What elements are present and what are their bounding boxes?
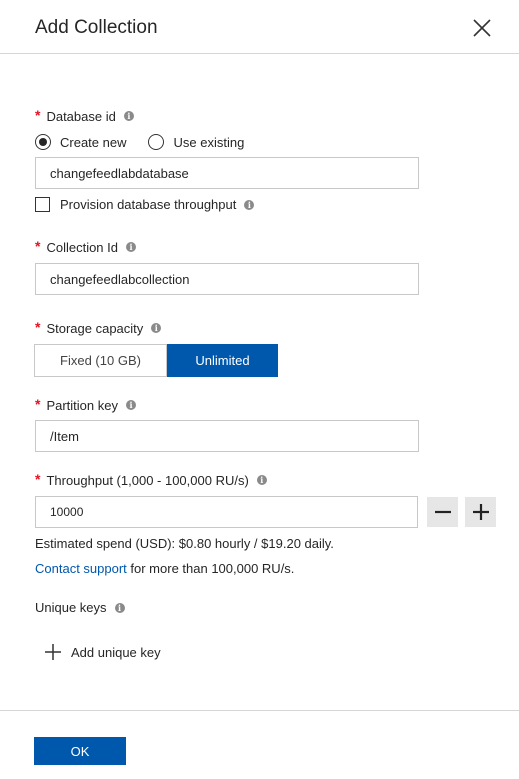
required-marker: * — [35, 238, 41, 254]
storage-unlimited-button[interactable]: Unlimited — [167, 344, 278, 377]
plus-icon — [472, 504, 489, 520]
throughput-label: * Throughput (1,000 - 100,000 RU/s) i — [35, 471, 267, 488]
unique-keys-label-text: Unique keys — [35, 600, 107, 615]
support-note-suffix: for more than 100,000 RU/s. — [126, 561, 295, 576]
database-mode-radio-group: Create new Use existing — [35, 134, 266, 150]
storage-capacity-toggle: Fixed (10 GB) Unlimited — [34, 344, 278, 377]
collection-id-label: * Collection Id i — [35, 238, 136, 255]
partition-key-label: * Partition key i — [35, 396, 136, 413]
database-id-label: * Database id i — [35, 107, 134, 124]
required-marker: * — [35, 396, 41, 412]
create-new-radio[interactable]: Create new — [35, 134, 126, 150]
storage-fixed-button[interactable]: Fixed (10 GB) — [34, 344, 167, 377]
info-icon[interactable]: i — [114, 602, 125, 613]
use-existing-label: Use existing — [173, 134, 245, 150]
info-icon[interactable]: i — [126, 400, 136, 410]
close-icon[interactable] — [471, 17, 493, 39]
required-marker: * — [35, 319, 41, 335]
info-icon[interactable]: i — [244, 199, 255, 210]
info-icon[interactable]: i — [126, 242, 136, 252]
create-new-label: Create new — [60, 134, 127, 150]
add-unique-key-label: Add unique key — [71, 644, 161, 660]
required-marker: * — [35, 471, 41, 487]
panel-header: Add Collection — [0, 0, 519, 54]
throughput-label-text: Throughput (1,000 - 100,000 RU/s) — [46, 472, 249, 488]
use-existing-radio[interactable]: Use existing — [148, 134, 244, 150]
add-unique-key-button[interactable]: Add unique key — [44, 643, 161, 661]
decrease-throughput-button[interactable] — [427, 497, 458, 527]
radio-unchecked-icon[interactable] — [148, 134, 165, 150]
collection-id-label-text: Collection Id — [46, 239, 118, 255]
ok-button[interactable]: OK — [34, 737, 126, 765]
unique-keys-label: Unique keys i — [35, 600, 125, 615]
support-note: Contact support for more than 100,000 RU… — [35, 561, 294, 576]
partition-key-input[interactable] — [35, 420, 419, 452]
info-icon[interactable]: i — [256, 475, 267, 485]
estimated-spend-text: Estimated spend (USD): $0.80 hourly / $1… — [35, 536, 334, 551]
panel-footer: OK — [0, 710, 519, 779]
info-icon[interactable]: i — [123, 111, 134, 121]
plus-icon — [45, 644, 61, 660]
contact-support-link[interactable]: Contact support — [35, 561, 127, 576]
storage-capacity-label: * Storage capacity i — [35, 319, 162, 336]
minus-icon — [434, 510, 451, 514]
database-id-label-text: Database id — [46, 108, 116, 124]
throughput-input[interactable] — [35, 496, 418, 528]
partition-key-label-text: Partition key — [46, 397, 118, 413]
provision-throughput-checkbox[interactable]: Provision database throughput i — [35, 197, 255, 212]
database-id-input[interactable] — [35, 157, 419, 189]
checkbox-box[interactable] — [35, 197, 50, 212]
info-icon[interactable]: i — [151, 323, 162, 333]
provision-throughput-label: Provision database throughput — [60, 197, 237, 212]
required-marker: * — [35, 107, 41, 123]
panel-title: Add Collection — [35, 17, 158, 38]
storage-capacity-label-text: Storage capacity — [46, 320, 144, 336]
radio-checked-icon[interactable] — [35, 134, 51, 150]
collection-id-input[interactable] — [35, 263, 419, 295]
increase-throughput-button[interactable] — [465, 497, 496, 527]
